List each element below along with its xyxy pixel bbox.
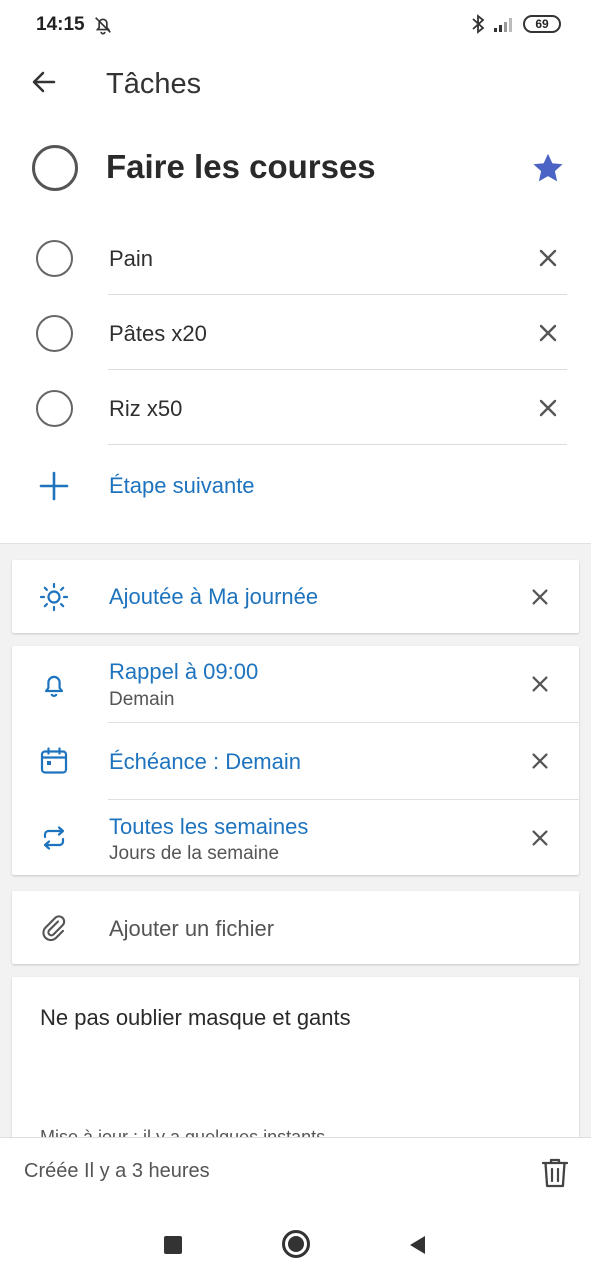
calendar-icon <box>40 747 68 774</box>
close-icon[interactable] <box>536 396 560 420</box>
nav-back-icon[interactable] <box>407 1234 427 1256</box>
battery-icon: 69 <box>523 15 561 33</box>
add-file-card[interactable] <box>12 891 579 964</box>
status-time: 14:15 <box>36 14 85 35</box>
note-text[interactable]: Ne pas oublier masque et gants <box>40 1005 351 1031</box>
bluetooth-icon <box>472 14 485 34</box>
add-step-button[interactable]: Étape suivante <box>109 473 255 499</box>
close-icon[interactable] <box>529 827 551 849</box>
reminder-sub: Demain <box>109 689 175 710</box>
step-label[interactable]: Pain <box>109 246 153 272</box>
close-icon[interactable] <box>536 246 560 270</box>
close-icon[interactable] <box>529 750 551 772</box>
divider <box>108 444 567 445</box>
bell-icon <box>44 675 64 697</box>
trash-icon[interactable] <box>540 1156 570 1190</box>
repeat-icon <box>43 826 65 850</box>
paperclip-icon <box>42 915 66 942</box>
divider <box>108 294 567 295</box>
reminder-label[interactable]: Rappel à 09:00 <box>109 659 258 685</box>
star-icon[interactable] <box>530 150 566 186</box>
step-checkbox[interactable] <box>36 390 73 427</box>
status-icons: 69 <box>471 14 561 34</box>
close-icon[interactable] <box>529 586 551 608</box>
divider <box>108 722 579 723</box>
step-checkbox[interactable] <box>36 240 73 277</box>
recents-button[interactable] <box>164 1236 182 1254</box>
close-icon[interactable] <box>529 673 551 695</box>
step-label[interactable]: Pâtes x20 <box>109 321 207 347</box>
step-checkbox[interactable] <box>36 315 73 352</box>
sun-icon <box>39 582 69 612</box>
divider <box>108 799 579 800</box>
add-file-label[interactable]: Ajouter un fichier <box>109 916 274 942</box>
created-label: Créée Il y a 3 heures <box>24 1160 210 1182</box>
step-label[interactable]: Riz x50 <box>109 396 182 422</box>
task-title[interactable]: Faire les courses <box>106 148 376 186</box>
divider <box>108 369 567 370</box>
close-icon[interactable] <box>536 321 560 345</box>
repeat-label[interactable]: Toutes les semaines <box>109 814 308 840</box>
back-arrow-icon[interactable] <box>28 66 60 98</box>
repeat-sub: Jours de la semaine <box>109 843 280 864</box>
signal-icon <box>494 18 512 32</box>
due-date-label[interactable]: Échéance : Demain <box>109 749 301 775</box>
home-button-dot <box>288 1236 304 1252</box>
my-day-label[interactable]: Ajoutée à Ma journée <box>109 584 318 610</box>
page-title: Tâches <box>106 68 202 100</box>
task-complete-checkbox[interactable] <box>32 145 78 191</box>
bell-off-icon <box>95 17 111 35</box>
plus-icon[interactable] <box>38 470 70 502</box>
